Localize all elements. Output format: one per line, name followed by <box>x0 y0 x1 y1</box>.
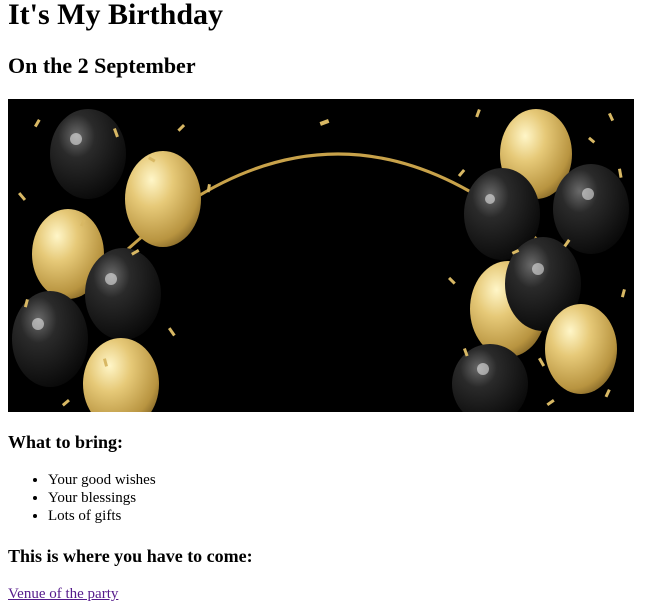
list-item: Lots of gifts <box>48 507 156 525</box>
bring-list: Your good wishes Your blessings Lots of … <box>8 471 156 525</box>
birthday-balloons-image <box>8 99 634 412</box>
what-to-bring-heading: What to bring: <box>8 432 124 452</box>
list-item: Your good wishes <box>48 471 156 489</box>
venue-heading: This is where you have to come: <box>8 546 253 566</box>
list-item: Your blessings <box>48 489 156 507</box>
page-title: It's My Birthday <box>8 0 224 31</box>
venue-link[interactable]: Venue of the party <box>8 585 118 603</box>
page: It's My Birthday On the 2 September What… <box>0 0 656 607</box>
page-subtitle: On the 2 September <box>8 53 196 78</box>
balloons-illustration <box>8 99 634 412</box>
